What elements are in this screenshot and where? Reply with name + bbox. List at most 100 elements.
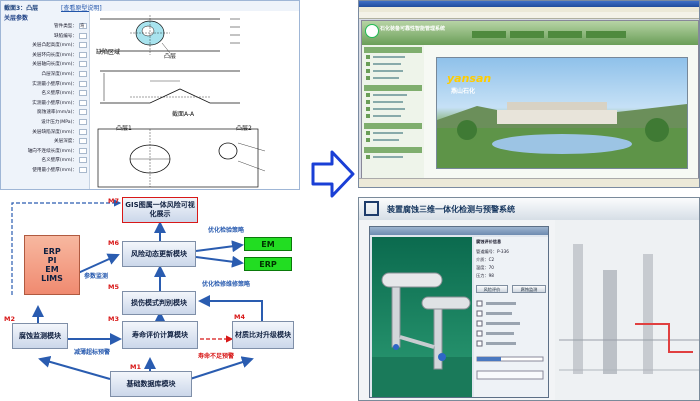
prop-value: P-336 bbox=[496, 249, 509, 254]
form-field-row: 设计压力(MPa)： bbox=[1, 119, 87, 126]
form-field-input[interactable]: 弯 bbox=[79, 23, 87, 29]
gis-risk-visual-label: GIS图属一体风险可视化展示 bbox=[125, 201, 195, 218]
nav-item[interactable] bbox=[364, 54, 422, 60]
life-eval-label: 寿命评价计算模块 bbox=[132, 330, 188, 339]
prop-label: 介质 bbox=[476, 257, 485, 262]
system-lims: LIMS bbox=[41, 274, 63, 283]
web-header: 石化装备可靠性智能管理系统 bbox=[362, 21, 698, 45]
bulge2-label: 凸层2 bbox=[236, 125, 252, 132]
prop-value: 98 bbox=[488, 273, 494, 278]
corrosion-3d-app: 装置腐蚀三维一体化检测与预警系统 腐蚀评价信息 管道编号：P-336 介质：C2… bbox=[358, 197, 700, 401]
nav-item[interactable] bbox=[364, 68, 422, 74]
base-database-label: 基础数据库模块 bbox=[126, 379, 176, 388]
erp-green-label: ERP bbox=[259, 259, 277, 269]
web-sidebar bbox=[362, 45, 425, 180]
app-title: 装置腐蚀三维一体化检测与预警系统 bbox=[387, 205, 515, 214]
form-field-label: 关层凸起高度(mm)： bbox=[32, 43, 77, 49]
form-section-title: 关层参数 bbox=[4, 15, 29, 22]
prop-row-pipe: 管道编号：P-336 bbox=[476, 249, 509, 254]
m6-label: M6 bbox=[108, 239, 119, 247]
corrosion-monitor-label: 腐蚀监测模块 bbox=[19, 331, 61, 340]
m7-label: M7 bbox=[108, 197, 119, 205]
system-pi: PI bbox=[47, 256, 57, 265]
em-green-label: EM bbox=[261, 239, 275, 249]
option-list[interactable] bbox=[474, 297, 548, 397]
m3-label: M3 bbox=[108, 315, 119, 323]
form-field-input[interactable] bbox=[79, 32, 87, 39]
material-upgrade-box: 材质比对升级模块 bbox=[232, 321, 294, 349]
form-field-input[interactable] bbox=[79, 167, 87, 173]
form-field-input[interactable] bbox=[79, 109, 87, 116]
risk-update-box: 风险动态更新模块 bbox=[122, 241, 196, 267]
prop-row-pressure: 压力：98 bbox=[476, 273, 494, 278]
form-field-input[interactable] bbox=[79, 99, 87, 106]
nav-item[interactable] bbox=[364, 61, 422, 67]
company-logo-icon bbox=[365, 24, 379, 38]
nav-item[interactable] bbox=[364, 154, 422, 160]
form-field-row: 腐蚀速率(mm/a)： bbox=[1, 109, 87, 116]
form-field-row: 名义壁厚(mm)： bbox=[1, 90, 87, 97]
nav-item[interactable] bbox=[364, 113, 422, 119]
nav-item[interactable] bbox=[364, 130, 422, 136]
prop-value: 70 bbox=[488, 265, 494, 270]
section-label: 截面A-A bbox=[172, 111, 195, 118]
pipe-3d-view[interactable] bbox=[372, 237, 472, 397]
defect-form-panel: 截面3：凸层 [查看原型说明] 关层参数 管件类型：弯缺陷编号： 关层凸起高度(m… bbox=[0, 0, 300, 190]
dialog-titlebar bbox=[370, 227, 548, 235]
browser-address-bar[interactable] bbox=[359, 12, 699, 19]
form-field-input[interactable] bbox=[79, 157, 87, 164]
m5-label: M5 bbox=[108, 283, 119, 291]
prop-label: 管道编号 bbox=[476, 249, 493, 254]
nav-item[interactable] bbox=[364, 137, 422, 143]
form-field-input[interactable] bbox=[79, 128, 87, 135]
form-field-input[interactable] bbox=[79, 61, 87, 68]
form-field-input[interactable] bbox=[79, 90, 87, 97]
form-field-label: 名义壁厚(mm)： bbox=[41, 91, 77, 97]
app-logo-icon bbox=[364, 201, 379, 216]
nav-item[interactable] bbox=[364, 106, 422, 112]
header-tabs[interactable] bbox=[472, 31, 632, 39]
form-field-row: 实测最小壁厚(mm)： bbox=[1, 80, 87, 88]
form-field-label: 轴向不连续长度(mm)： bbox=[27, 148, 77, 154]
form-field-row: 轴向不连续长度(mm)： bbox=[1, 147, 87, 155]
prop-value: C2 bbox=[488, 257, 495, 262]
property-panel: 腐蚀评价信息 管道编号：P-336 介质：C2 温度：70 压力：98 风险评价… bbox=[474, 237, 548, 397]
nav-section-3[interactable] bbox=[364, 123, 422, 129]
nav-item[interactable] bbox=[364, 92, 422, 98]
nav-section-1[interactable] bbox=[364, 47, 422, 53]
form-field-label: 名义壁厚(mm)： bbox=[41, 158, 77, 164]
form-field-label: 管件类型： bbox=[54, 24, 77, 29]
form-field-row: 使用最小壁厚(mm)： bbox=[1, 167, 87, 174]
corrosion-monitor-box: 腐蚀监测模块 bbox=[12, 323, 68, 349]
form-field-label: 关层轴向长度(mm)： bbox=[32, 62, 77, 68]
risk-eval-button[interactable]: 风险评价 bbox=[476, 285, 508, 293]
life-warning-label: 寿命不足预警 bbox=[198, 353, 235, 360]
browser-statusbar bbox=[359, 178, 699, 187]
erp-pi-em-lims-box: ERP PI EM LIMS bbox=[24, 235, 80, 295]
form-field-input[interactable] bbox=[79, 51, 87, 58]
form-title: 截面3：凸层 bbox=[4, 5, 39, 12]
bulge1-label: 凸层1 bbox=[116, 125, 132, 132]
form-field-input[interactable] bbox=[79, 80, 87, 87]
nav-item[interactable] bbox=[364, 99, 422, 105]
base-database-box: 基础数据库模块 bbox=[110, 371, 192, 397]
browser-window: 石化装备可靠性智能管理系统 yansan 燕山石化 bbox=[358, 0, 700, 188]
form-field-row: 关层环向长度(mm)： bbox=[1, 51, 87, 59]
form-field-input[interactable] bbox=[79, 42, 87, 49]
nav-section-2[interactable] bbox=[364, 85, 422, 91]
form-field-row: 关层轴向长度(mm)： bbox=[1, 61, 87, 68]
form-field-row: 关层凸起高度(mm)： bbox=[1, 42, 87, 49]
nav-section-4[interactable] bbox=[364, 147, 422, 153]
form-field-input[interactable] bbox=[79, 138, 87, 145]
prop-label: 温度 bbox=[476, 265, 485, 270]
form-field-row: 缺陷编号： bbox=[1, 32, 87, 40]
defect-diagram-svg bbox=[97, 15, 266, 188]
form-field-input[interactable] bbox=[79, 71, 87, 77]
form-field-input[interactable] bbox=[79, 119, 87, 125]
damage-mode-box: 损伤模式判别模块 bbox=[122, 291, 196, 315]
web-app-title: 石化装备可靠性智能管理系统 bbox=[380, 26, 446, 32]
nav-item[interactable] bbox=[364, 75, 422, 81]
yansan-brand: yansan bbox=[447, 72, 492, 85]
corrosion-monitor-button[interactable]: 腐蚀监测 bbox=[512, 285, 546, 293]
form-field-input[interactable] bbox=[79, 147, 87, 154]
